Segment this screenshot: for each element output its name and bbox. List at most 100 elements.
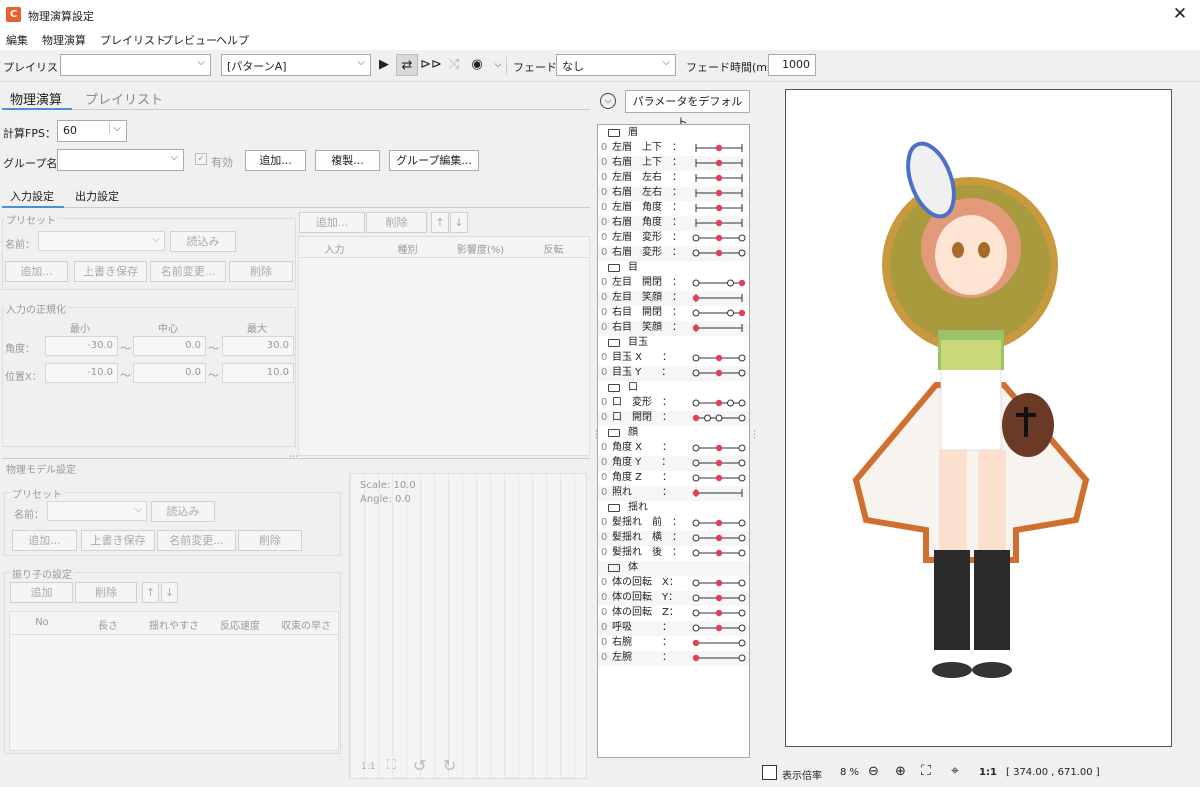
next-icon[interactable]: ⊳⊳ bbox=[420, 54, 442, 76]
param-row[interactable]: 0 左眉 変形 ： bbox=[598, 231, 749, 246]
center-icon[interactable]: ⌖ bbox=[951, 763, 959, 779]
rotate-right-icon[interactable]: ↻ bbox=[443, 756, 456, 775]
param-slider[interactable] bbox=[676, 636, 748, 650]
param-row[interactable]: 0 左眉 上下 ： bbox=[598, 141, 749, 156]
param-row[interactable]: 0 右眉 変形 ： bbox=[598, 246, 749, 261]
param-slider[interactable] bbox=[676, 441, 748, 455]
posx-min-input[interactable]: -10.0 bbox=[45, 363, 118, 383]
pendulum-add-button[interactable]: 追加 bbox=[10, 582, 73, 603]
group-name-select[interactable]: ⌵ bbox=[57, 149, 184, 171]
param-row[interactable]: 0 体の回転 Y： bbox=[598, 591, 749, 606]
param-slider[interactable] bbox=[676, 606, 748, 620]
menu-preview[interactable]: プレビュー bbox=[162, 32, 217, 48]
param-category[interactable]: 顔 bbox=[598, 426, 749, 441]
param-row[interactable]: 0 左眉 左右 ： bbox=[598, 171, 749, 186]
param-row[interactable]: 0 髪揺れ 後 ： bbox=[598, 546, 749, 561]
pendulum-up-button[interactable]: ↑ bbox=[142, 582, 159, 603]
param-row[interactable]: 0 角度 X ： bbox=[598, 441, 749, 456]
param-slider[interactable] bbox=[676, 411, 748, 425]
param-slider[interactable] bbox=[676, 231, 748, 245]
param-slider[interactable] bbox=[676, 351, 748, 365]
preview-ratio-button[interactable]: 1:1 bbox=[361, 762, 375, 772]
splitter-handle-right[interactable]: ⋮ bbox=[750, 430, 759, 440]
enabled-checkbox[interactable]: ✓ bbox=[195, 153, 207, 165]
tab-physics[interactable]: 物理演算 bbox=[10, 89, 62, 108]
param-row[interactable]: 0 右眉 上下 ： bbox=[598, 156, 749, 171]
param-row[interactable]: 0 左腕 ： bbox=[598, 651, 749, 666]
param-row[interactable]: 0 口 開閉 ： bbox=[598, 411, 749, 426]
input-up-button[interactable]: ↑ bbox=[431, 212, 449, 233]
param-slider[interactable] bbox=[676, 456, 748, 470]
param-row[interactable]: 0 右目 笑顔 ： bbox=[598, 321, 749, 336]
param-slider[interactable] bbox=[676, 246, 748, 260]
param-row[interactable]: 0 体の回転 X： bbox=[598, 576, 749, 591]
param-row[interactable]: 0 左眉 角度 ： bbox=[598, 201, 749, 216]
tab-playlist[interactable]: プレイリスト bbox=[85, 89, 163, 108]
param-row[interactable]: 0 髪揺れ 前 ： bbox=[598, 516, 749, 531]
param-slider[interactable] bbox=[676, 576, 748, 590]
angle-min-input[interactable]: -30.0 bbox=[45, 336, 118, 356]
splitter-handle[interactable]: ⋯ bbox=[289, 452, 298, 462]
play-icon[interactable]: ▶ bbox=[373, 54, 395, 76]
rotate-left-icon[interactable]: ↺ bbox=[413, 756, 426, 775]
model-preset-delete-button[interactable]: 削除 bbox=[238, 530, 302, 551]
tab-input-settings[interactable]: 入力設定 bbox=[10, 188, 54, 204]
reset-params-button[interactable]: パラメータをデフォルト... bbox=[625, 90, 750, 129]
param-slider[interactable] bbox=[676, 306, 748, 320]
param-category[interactable]: 揺れ bbox=[598, 501, 749, 516]
model-preset-add-button[interactable]: 追加... bbox=[12, 530, 77, 551]
param-slider[interactable] bbox=[676, 591, 748, 605]
model-preset-name-select[interactable]: ⌵ bbox=[47, 501, 147, 521]
param-slider[interactable] bbox=[676, 471, 748, 485]
param-category[interactable]: 体 bbox=[598, 561, 749, 576]
menu-playlist[interactable]: プレイリスト bbox=[100, 32, 166, 48]
fade-select[interactable]: なし ⌵ bbox=[556, 54, 676, 76]
param-row[interactable]: 0 呼吸 ： bbox=[598, 621, 749, 636]
fade-time-input[interactable]: 1000 bbox=[768, 54, 816, 76]
shuffle-icon[interactable]: ⤭ bbox=[443, 54, 465, 76]
angle-max-input[interactable]: 30.0 bbox=[222, 336, 294, 356]
param-slider[interactable] bbox=[676, 366, 748, 380]
model-viewport[interactable] bbox=[785, 89, 1172, 747]
input-preset-load-button[interactable]: 読込み bbox=[170, 231, 236, 252]
collapse-all-icon[interactable]: ⌵ bbox=[600, 93, 616, 109]
zoom-in-icon[interactable]: ⊕ bbox=[895, 764, 906, 779]
param-slider[interactable] bbox=[676, 171, 748, 185]
menu-help[interactable]: ヘルプ bbox=[216, 32, 249, 48]
input-preset-add-button[interactable]: 追加... bbox=[5, 261, 68, 282]
playlist-select[interactable]: ⌵ bbox=[60, 54, 211, 76]
param-row[interactable]: 0 目玉 Y ： bbox=[598, 366, 749, 381]
param-slider[interactable] bbox=[676, 186, 748, 200]
param-slider[interactable] bbox=[676, 291, 748, 305]
param-category[interactable]: 目玉 bbox=[598, 336, 749, 351]
input-add-button[interactable]: 追加... bbox=[299, 212, 365, 233]
param-slider[interactable] bbox=[676, 276, 748, 290]
input-delete-button[interactable]: 削除 bbox=[366, 212, 427, 233]
param-slider[interactable] bbox=[676, 516, 748, 530]
param-row[interactable]: 0 角度 Z ： bbox=[598, 471, 749, 486]
duplicate-group-button[interactable]: 複製... bbox=[315, 150, 380, 171]
param-row[interactable]: 0 右眉 左右 ： bbox=[598, 186, 749, 201]
zoom-out-icon[interactable]: ⊖ bbox=[868, 764, 879, 779]
model-preset-overwrite-button[interactable]: 上書き保存 bbox=[81, 530, 155, 551]
fps-select[interactable]: 60 ⌵ bbox=[57, 120, 127, 142]
param-slider[interactable] bbox=[676, 156, 748, 170]
param-row[interactable]: 0 体の回転 Z： bbox=[598, 606, 749, 621]
param-row[interactable]: 0 右眉 角度 ： bbox=[598, 216, 749, 231]
menu-edit[interactable]: 編集 bbox=[6, 32, 28, 48]
param-row[interactable]: 0 口 変形 ： bbox=[598, 396, 749, 411]
param-slider[interactable] bbox=[676, 621, 748, 635]
posx-center-input[interactable]: 0.0 bbox=[133, 363, 206, 383]
param-category[interactable]: 口 bbox=[598, 381, 749, 396]
fit-icon[interactable]: ⛶ bbox=[387, 758, 396, 773]
param-slider[interactable] bbox=[676, 216, 748, 230]
param-row[interactable]: 0 左目 開閉 ： bbox=[598, 276, 749, 291]
pendulum-delete-button[interactable]: 削除 bbox=[75, 582, 137, 603]
model-preset-load-button[interactable]: 読込み bbox=[151, 501, 215, 522]
param-row[interactable]: 0 左目 笑顔 ： bbox=[598, 291, 749, 306]
add-group-button[interactable]: 追加... bbox=[245, 150, 306, 171]
param-row[interactable]: 0 角度 Y ： bbox=[598, 456, 749, 471]
param-slider[interactable] bbox=[676, 486, 748, 500]
posx-max-input[interactable]: 10.0 bbox=[222, 363, 294, 383]
pendulum-preview[interactable] bbox=[349, 473, 587, 779]
